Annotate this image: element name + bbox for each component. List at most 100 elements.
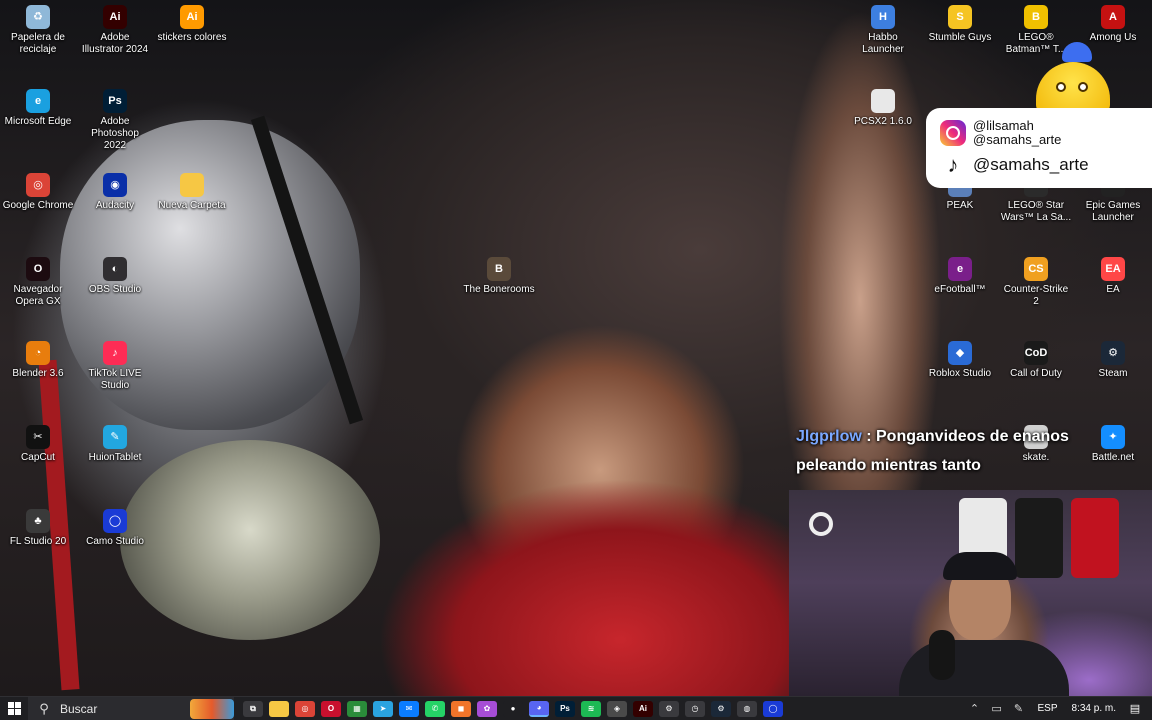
desktop-icon[interactable]: B LEGO® Batman™ T... — [998, 5, 1074, 56]
spotify-icon[interactable]: ≋ — [581, 700, 601, 717]
chrome-icon[interactable]: ◎ — [295, 700, 315, 717]
among-us-icon: A — [1101, 5, 1125, 29]
telegram-icon[interactable]: ➤ — [373, 700, 393, 717]
chrome-icon: ◎ — [26, 173, 50, 197]
desktop-icon-label: LEGO® Star Wars™ La Sa... — [1000, 200, 1072, 223]
chat-username: Jlgprlow — [796, 428, 862, 445]
clock-icon[interactable]: ◷ — [685, 700, 705, 717]
settings-icon[interactable]: ⚙ — [659, 700, 679, 717]
desktop-icon-label: Roblox Studio — [928, 368, 992, 379]
desktop-icon-label: PCSX2 1.6.0 — [854, 116, 912, 127]
chevron-up-icon[interactable]: ⌃ — [967, 702, 983, 715]
illustrator-icon[interactable]: Ai — [633, 700, 653, 717]
streamer-body — [899, 640, 1069, 696]
desktop-icon[interactable]: ♪ TikTok LIVE Studio — [77, 341, 153, 392]
desktop-icon[interactable]: e Microsoft Edge — [0, 89, 76, 128]
app-orange-icon[interactable]: ◼ — [451, 700, 471, 717]
desktop-icon[interactable]: ◔ Blender 3.6 — [0, 341, 76, 380]
photoshop-icon[interactable]: Ps — [555, 700, 575, 717]
task-view-icon[interactable]: ⧉ — [243, 700, 263, 717]
desktop-icon[interactable]: ◎ Google Chrome — [0, 173, 76, 212]
ea-icon: EA — [1101, 257, 1125, 281]
language-indicator[interactable]: ESP — [1038, 703, 1058, 714]
clock[interactable]: 8:34 p. m. — [1072, 703, 1116, 714]
audacity-icon: ◉ — [103, 173, 127, 197]
opera-gx-icon[interactable]: O — [321, 700, 341, 717]
desktop-icon-label: The Bonerooms — [463, 284, 535, 295]
wall-jersey — [1015, 498, 1063, 578]
webcam-feed — [789, 490, 1152, 696]
desktop-icon[interactable]: Ai stickers colores — [154, 5, 230, 44]
desktop-icon[interactable]: ◐ OBS Studio — [77, 257, 153, 296]
desktop-icon[interactable]: H Habbo Launcher — [845, 5, 921, 56]
store-icon[interactable]: ▦ — [347, 700, 367, 717]
desktop-icon-label: Call of Duty — [1010, 368, 1062, 379]
desktop-icon-label: Counter-Strike 2 — [1003, 284, 1069, 307]
lego-batman-icon: B — [1024, 5, 1048, 29]
desktop-icon-label: Microsoft Edge — [4, 116, 72, 127]
desktop-icon-label: Camo Studio — [86, 536, 144, 547]
desktop-icon-label: CapCut — [21, 452, 55, 463]
desktop-icon[interactable]: A Among Us — [1075, 5, 1151, 44]
instagram-icon — [940, 120, 966, 146]
desktop-icon[interactable]: ✎ HuionTablet — [77, 425, 153, 464]
desktop-icon-label: Among Us — [1089, 32, 1137, 43]
taskbar-search[interactable]: ⚲ Buscar — [28, 696, 234, 720]
desktop-icon[interactable]: PCSX2 1.6.0 — [845, 89, 921, 128]
app-colorful-icon[interactable]: ✿ — [477, 700, 497, 717]
counter-strike-icon: CS — [1024, 257, 1048, 281]
camo-icon: ◯ — [103, 509, 127, 533]
system-tray: ⌃ ▭ ✎ ESP 8:34 p. m. ▤ — [964, 697, 1152, 720]
desktop-icon-label: Steam — [1098, 368, 1128, 379]
folder-icon — [180, 173, 204, 197]
desktop-icon[interactable]: ♻ Papelera de reciclaje — [0, 5, 76, 56]
desktop-icon[interactable]: ⚙ Steam — [1075, 341, 1151, 380]
desktop-icon-label: Google Chrome — [2, 200, 74, 211]
discord-icon[interactable]: ◕ — [529, 700, 549, 717]
wallpaper-trophy-base — [120, 440, 380, 640]
pen-icon[interactable]: ✎ — [1011, 702, 1027, 715]
desktop-icon[interactable]: Ai Adobe Illustrator 2024 — [77, 5, 153, 56]
fl-studio-icon: ♣ — [26, 509, 50, 533]
whatsapp-icon[interactable]: ✆ — [425, 700, 445, 717]
game-icon: B — [487, 257, 511, 281]
messenger-icon[interactable]: ✉ — [399, 700, 419, 717]
search-highlight-image — [190, 698, 234, 719]
notification-icon[interactable]: ▤ — [1126, 702, 1144, 715]
streamer-cap — [943, 552, 1017, 580]
desktop-icon[interactable]: CS Counter-Strike 2 — [998, 257, 1074, 308]
steam-icon: ⚙ — [1101, 341, 1125, 365]
habbo-icon: H — [871, 5, 895, 29]
desktop-icon[interactable]: S Stumble Guys — [922, 5, 998, 44]
app-dark-icon[interactable]: ◍ — [737, 700, 757, 717]
desktop-icon[interactable]: O Navegador Opera GX — [0, 257, 76, 308]
desktop-icon[interactable]: ◉ Audacity — [77, 173, 153, 212]
desktop-icon[interactable]: EA EA — [1075, 257, 1151, 296]
game-icon[interactable]: ◈ — [607, 700, 627, 717]
file-explorer-icon[interactable] — [269, 700, 289, 717]
social-handles-overlay: @lilsamah @samahs_arte ♪ @samahs_arte — [926, 108, 1152, 188]
windows-logo-icon — [7, 702, 21, 715]
desktop-icon[interactable]: e eFootball™ — [922, 257, 998, 296]
desktop-icon[interactable]: CoD Call of Duty — [998, 341, 1074, 380]
network-icon[interactable]: ▭ — [989, 702, 1005, 715]
taskbar: ⚲ Buscar ⧉ ◎ O ▦ ➤ ✉ ✆ ◼ ✿ ● ◕ Ps ≋ ◈ Ai ⚙ ◷ ⚙ ◍ ◯ ⌃ ▭ ✎ ES… — [0, 696, 1152, 720]
desktop-icon[interactable]: Ps Adobe Photoshop 2022 — [77, 89, 153, 152]
blender-icon: ◔ — [26, 341, 50, 365]
desktop-icon-label: EA — [1106, 284, 1120, 295]
desktop-icon[interactable]: ◆ Roblox Studio — [922, 341, 998, 380]
desktop-icon[interactable]: ◯ Camo Studio — [77, 509, 153, 548]
photoshop-icon: Ps — [103, 89, 127, 113]
desktop-icon[interactable]: ✂ CapCut — [0, 425, 76, 464]
wall-jersey — [1071, 498, 1119, 578]
desktop-icon[interactable]: Nueva Carpeta — [154, 173, 230, 212]
edge-icon: e — [26, 89, 50, 113]
desktop-icon[interactable]: ♣ FL Studio 20 — [0, 509, 76, 548]
search-icon: ⚲ — [39, 700, 49, 716]
steam-icon[interactable]: ⚙ — [711, 700, 731, 717]
start-button[interactable] — [0, 697, 28, 720]
camo-icon[interactable]: ◯ — [763, 700, 783, 717]
record-icon[interactable]: ● — [503, 700, 523, 717]
desktop-icon[interactable]: B The Bonerooms — [461, 257, 537, 296]
roblox-studio-icon: ◆ — [948, 341, 972, 365]
